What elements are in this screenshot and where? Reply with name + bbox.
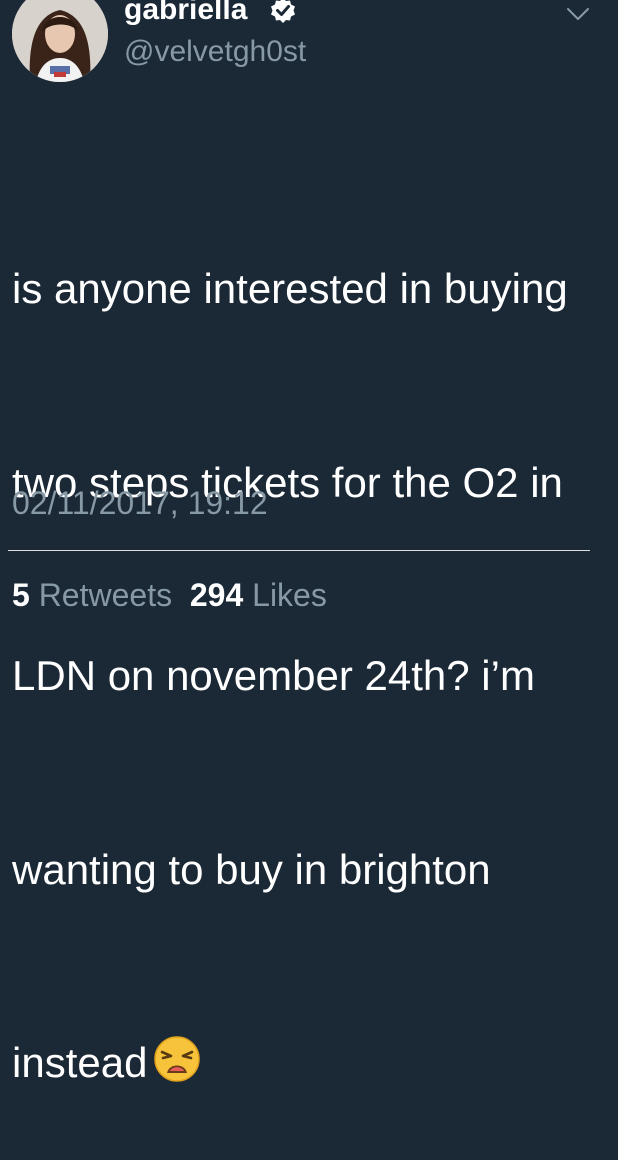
avatar[interactable] — [12, 0, 108, 82]
tweet-stats: 5 Retweets 294 Likes — [12, 575, 327, 615]
tweet-text-line: wanting to buy in brighton — [12, 845, 491, 893]
tweet-timestamp: 02/11/2017, 19:12 — [12, 485, 268, 521]
retweets-stat[interactable]: 5 Retweets — [12, 577, 172, 613]
tweet-text-line: LDN on november 24th? i’m — [12, 652, 535, 699]
verified-badge-icon — [271, 0, 295, 23]
tweet-text-line: is anyone interested in buying — [12, 265, 568, 312]
likes-count: 294 — [189, 577, 244, 613]
weary-face-icon — [154, 1036, 201, 1082]
user-handle[interactable]: @velvetgh0st — [124, 34, 306, 70]
display-name[interactable]: gabriella — [124, 0, 247, 27]
tweet-text-line: instead — [12, 1039, 148, 1086]
tweet-text-last-line: instead — [12, 1031, 608, 1096]
retweets-count: 5 — [12, 577, 30, 613]
chevron-down-icon[interactable] — [566, 6, 590, 22]
likes-label: Likes — [252, 577, 327, 613]
likes-stat[interactable]: 294 Likes — [190, 577, 327, 613]
tweet-text: is anyone interested in buying two steps… — [12, 128, 608, 1160]
retweets-label: Retweets — [38, 577, 173, 613]
divider — [8, 550, 590, 551]
